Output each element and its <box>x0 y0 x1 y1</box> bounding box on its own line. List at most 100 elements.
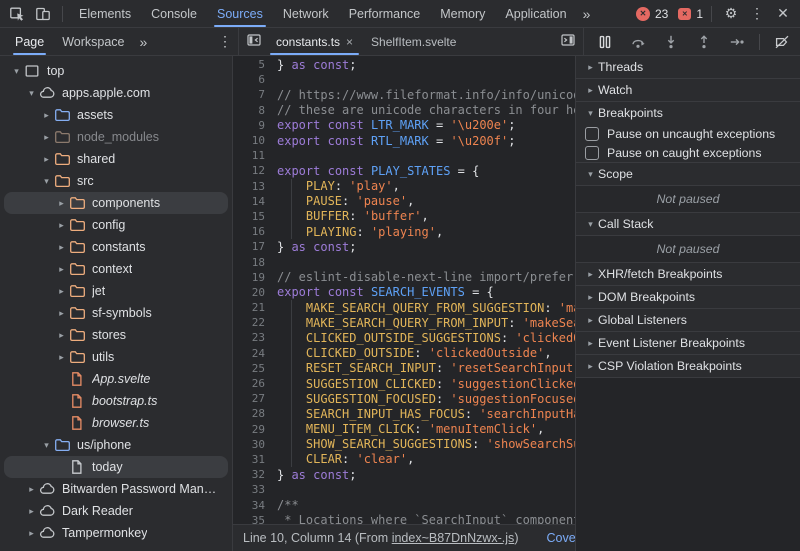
tree-item-apps-apple-com[interactable]: ▾ apps.apple.com <box>4 82 228 104</box>
tree-item-app-svelte[interactable]: App.svelte <box>4 368 228 390</box>
tree-item-bootstrap-ts[interactable]: bootstrap.ts <box>4 390 228 412</box>
chevron-down-icon[interactable]: ▾ <box>25 88 38 99</box>
code-line: 24 CLICKED_OUTSIDE: 'clickedOutside', <box>233 345 575 361</box>
chevron-right-icon[interactable]: ▸ <box>55 264 68 275</box>
issues-badge[interactable]: ✕ 1 <box>678 7 703 21</box>
code-editor[interactable]: 5} as const; 6 7 // https://www.fileformat.… <box>233 56 575 524</box>
tree-item-jet[interactable]: ▸ jet <box>4 280 228 302</box>
source-map-link[interactable]: index~B87DnNzwx-.js <box>392 531 515 545</box>
sidebar-section-xhr-fetch-breakpoints[interactable]: ▸ XHR/fetch Breakpoints <box>576 262 800 285</box>
chevron-down-icon[interactable]: ▾ <box>10 66 23 77</box>
settings-gear-icon[interactable]: ⚙ <box>718 2 744 26</box>
tree-item-utils[interactable]: ▸ utils <box>4 346 228 368</box>
checkbox-pause-caught[interactable] <box>585 145 599 160</box>
more-navigator-tabs-icon[interactable]: » <box>134 34 154 50</box>
chevron-right-icon[interactable]: ▸ <box>55 308 68 319</box>
pause-script-icon[interactable] <box>592 30 618 54</box>
close-devtools-icon[interactable]: ✕ <box>770 2 796 26</box>
inspect-element-icon[interactable] <box>4 2 30 26</box>
sidebar-section-csp-violation-breakpoints[interactable]: ▸ CSP Violation Breakpoints <box>576 354 800 377</box>
chevron-right-icon[interactable]: ▸ <box>25 528 38 539</box>
sidebar-section-breakpoints[interactable]: ▾ Breakpoints <box>576 101 800 124</box>
panel-tab-console[interactable]: Console <box>141 0 207 27</box>
sidebar-section-event-listener-breakpoints[interactable]: ▸ Event Listener Breakpoints <box>576 331 800 354</box>
sidebar-section-dom-breakpoints[interactable]: ▸ DOM Breakpoints <box>576 285 800 308</box>
tree-item-shared[interactable]: ▸ shared <box>4 148 228 170</box>
checkbox-row-pause-uncaught[interactable]: Pause on uncaught exceptions <box>576 124 800 143</box>
checkbox-label: Pause on caught exceptions <box>607 145 762 160</box>
sidebar-section-threads[interactable]: ▸ Threads <box>576 56 800 78</box>
kebab-menu-icon[interactable]: ⋮ <box>744 2 770 26</box>
file-icon <box>69 393 85 409</box>
step-icon[interactable] <box>724 30 750 54</box>
panel-tab-network[interactable]: Network <box>273 0 339 27</box>
line-number: 24 <box>251 346 265 360</box>
file-tab-constants-ts[interactable]: constants.ts × <box>267 28 362 55</box>
chevron-down-icon[interactable]: ▾ <box>40 176 53 187</box>
tree-item-bitwarden-password-man[interactable]: ▸ Bitwarden Password Man… <box>4 478 228 500</box>
coverage-link[interactable]: Covera <box>546 531 575 545</box>
navigator-tab-page[interactable]: Page <box>6 28 53 55</box>
tree-item-us-iphone[interactable]: ▾ us/iphone <box>4 434 228 456</box>
tree-item-today[interactable]: today <box>4 456 228 478</box>
device-toolbar-icon[interactable] <box>30 2 56 26</box>
show-debugger-sidebar-icon[interactable] <box>555 28 581 52</box>
navigator-menu-icon[interactable]: ⋮ <box>212 30 238 54</box>
tree-item-context[interactable]: ▸ context <box>4 258 228 280</box>
tree-item-config[interactable]: ▸ config <box>4 214 228 236</box>
sidebar-section-global-listeners[interactable]: ▸ Global Listeners <box>576 308 800 331</box>
chevron-right-icon[interactable]: ▸ <box>25 506 38 517</box>
close-tab-icon[interactable]: × <box>346 36 353 48</box>
tree-item-node-modules[interactable]: ▸ node_modules <box>4 126 228 148</box>
chevron-right-icon[interactable]: ▸ <box>55 330 68 341</box>
sidebar-section-scope[interactable]: ▾ Scope <box>576 162 800 185</box>
tree-item-label: src <box>77 174 94 188</box>
console-errors-badge[interactable]: ✕ 23 <box>635 6 668 21</box>
navigator-pane: ▾ top ▾ apps.apple.com ▸ assets ▸ node_modules ▸… <box>0 56 233 551</box>
tree-item-assets[interactable]: ▸ assets <box>4 104 228 126</box>
code-line: 29 MENU_ITEM_CLICK: 'menuItemClick', <box>233 421 575 437</box>
panel-tab-application[interactable]: Application <box>495 0 576 27</box>
sidebar-section-call-stack[interactable]: ▾ Call Stack <box>576 212 800 235</box>
step-out-icon[interactable] <box>691 30 717 54</box>
chevron-right-icon[interactable]: ▸ <box>55 198 68 209</box>
tree-item-tampermonkey[interactable]: ▸ Tampermonkey <box>4 522 228 544</box>
checkbox-pause-uncaught[interactable] <box>585 126 599 141</box>
tree-item-constants[interactable]: ▸ constants <box>4 236 228 258</box>
tree-item-top[interactable]: ▾ top <box>4 60 228 82</box>
panel-tab-performance[interactable]: Performance <box>339 0 431 27</box>
tree-item-dark-reader[interactable]: ▸ Dark Reader <box>4 500 228 522</box>
panel-tab-memory[interactable]: Memory <box>430 0 495 27</box>
active-tab-underline <box>213 25 266 27</box>
chevron-right-icon[interactable]: ▸ <box>40 154 53 165</box>
tree-item-label: Bitwarden Password Man… <box>62 482 217 496</box>
panel-tab-elements[interactable]: Elements <box>69 0 141 27</box>
chevron-right-icon[interactable]: ▸ <box>25 484 38 495</box>
chevron-right-icon[interactable]: ▸ <box>55 220 68 231</box>
chevron-right-icon[interactable]: ▸ <box>55 286 68 297</box>
tree-item-browser-ts[interactable]: browser.ts <box>4 412 228 434</box>
deactivate-breakpoints-icon[interactable] <box>769 30 795 54</box>
sidebar-section-watch[interactable]: ▸ Watch <box>576 78 800 101</box>
step-into-icon[interactable] <box>658 30 684 54</box>
chevron-down-icon[interactable]: ▾ <box>40 440 53 451</box>
chevron-right-icon: ▸ <box>588 84 593 95</box>
chevron-right-icon[interactable]: ▸ <box>55 242 68 253</box>
hide-navigator-icon[interactable] <box>241 28 267 52</box>
file-tab-shelfitem-svelte[interactable]: ShelfItem.svelte <box>362 28 465 55</box>
navigator-tab-workspace[interactable]: Workspace <box>53 28 133 55</box>
chevron-right-icon[interactable]: ▸ <box>40 110 53 121</box>
more-panels-icon[interactable]: » <box>577 6 597 22</box>
checkbox-row-pause-caught[interactable]: Pause on caught exceptions <box>576 143 800 162</box>
tree-item-stores[interactable]: ▸ stores <box>4 324 228 346</box>
file-icon <box>69 459 85 475</box>
code-line: 28 SEARCH_INPUT_HAS_FOCUS: 'searchInputH… <box>233 406 575 422</box>
panel-tab-sources[interactable]: Sources <box>207 0 273 27</box>
chevron-right-icon[interactable]: ▸ <box>55 352 68 363</box>
tree-item-components[interactable]: ▸ components <box>4 192 228 214</box>
chevron-right-icon[interactable]: ▸ <box>40 132 53 143</box>
tree-item-sf-symbols[interactable]: ▸ sf-symbols <box>4 302 228 324</box>
tree-item-src[interactable]: ▾ src <box>4 170 228 192</box>
tree-item-label: App.svelte <box>92 372 151 386</box>
step-over-icon[interactable] <box>625 30 651 54</box>
